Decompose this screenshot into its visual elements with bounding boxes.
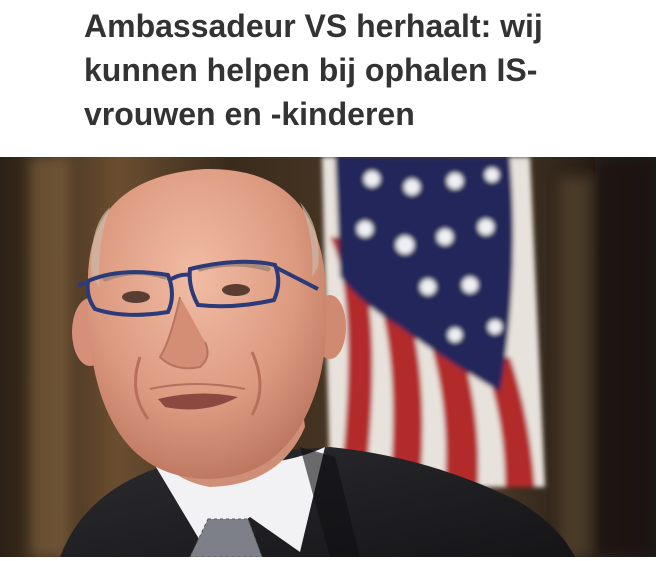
head bbox=[87, 168, 327, 479]
headline-line-2: kunnen helpen bij ophalen IS- bbox=[84, 52, 538, 88]
headline-line-3: vrouwen en -kinderen bbox=[84, 96, 415, 132]
headline-line-1: Ambassadeur VS herhaalt: wij bbox=[84, 8, 543, 44]
us-flag bbox=[322, 157, 545, 487]
article-headline[interactable]: Ambassadeur VS herhaalt: wij kunnen help… bbox=[84, 4, 624, 136]
right-eye bbox=[222, 284, 250, 296]
article-photo[interactable] bbox=[0, 157, 656, 557]
photo-illustration bbox=[0, 157, 656, 557]
article-page: Ambassadeur VS herhaalt: wij kunnen help… bbox=[0, 0, 656, 561]
left-eye bbox=[122, 291, 150, 303]
